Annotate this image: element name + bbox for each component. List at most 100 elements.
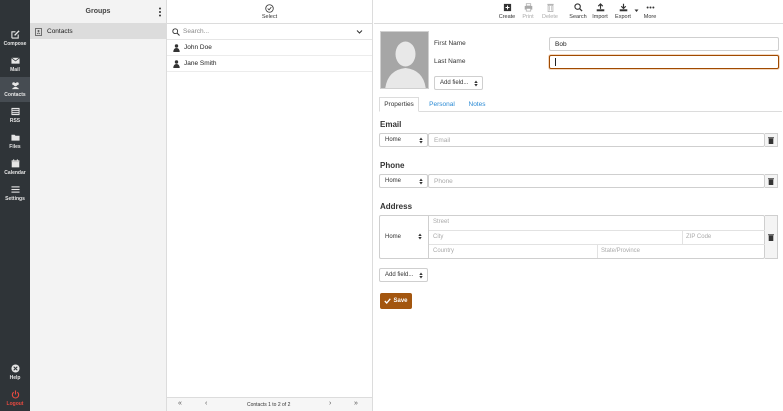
nav-settings[interactable]: Settings bbox=[0, 181, 30, 206]
street-input[interactable]: Street bbox=[428, 215, 764, 229]
sort-arrows-icon bbox=[419, 272, 423, 279]
trash-icon bbox=[546, 3, 554, 12]
nav-mail-label: Mail bbox=[10, 67, 20, 73]
export-button[interactable]: Export bbox=[612, 3, 634, 20]
phone-input[interactable]: Phone bbox=[428, 174, 765, 188]
export-label: Export bbox=[615, 14, 631, 20]
rss-icon bbox=[10, 107, 20, 116]
search-label: Search bbox=[569, 14, 587, 20]
email-delete-button[interactable] bbox=[765, 133, 778, 147]
groups-title: Groups bbox=[85, 8, 111, 15]
search-button[interactable]: Search bbox=[567, 3, 589, 20]
calendar-icon bbox=[11, 159, 19, 168]
address-type-value: Home bbox=[385, 234, 402, 240]
tab-notes[interactable]: Notes bbox=[462, 97, 492, 112]
phone-heading: Phone bbox=[380, 161, 405, 170]
download-icon bbox=[619, 3, 627, 12]
check-circle-icon bbox=[265, 3, 274, 13]
nav-rss[interactable]: RSS bbox=[0, 103, 30, 128]
last-name-label: Last Name bbox=[434, 58, 466, 65]
print-button[interactable]: Print bbox=[517, 3, 539, 20]
pager-last-button[interactable]: » bbox=[354, 400, 358, 407]
country-input[interactable]: Country bbox=[428, 244, 596, 258]
group-item-contacts[interactable]: Contacts bbox=[30, 24, 166, 39]
contact-photo[interactable] bbox=[380, 31, 429, 89]
save-button[interactable]: Save bbox=[380, 293, 412, 309]
email-type-value: Home bbox=[385, 137, 402, 143]
contacts-list-panel: Select Search... John Doe Jane Smith « ‹… bbox=[167, 0, 373, 411]
nav-compose[interactable]: Compose bbox=[0, 26, 30, 51]
contacts-search[interactable]: Search... bbox=[167, 24, 372, 40]
contact-row[interactable]: John Doe bbox=[167, 40, 372, 56]
delete-button[interactable]: Delete bbox=[539, 3, 561, 20]
contact-row[interactable]: Jane Smith bbox=[167, 56, 372, 72]
plus-square-icon bbox=[503, 3, 511, 12]
chevron-down-icon[interactable] bbox=[356, 29, 363, 35]
add-field-select-top[interactable]: Add field... bbox=[434, 76, 483, 90]
nav-files-label: Files bbox=[9, 144, 21, 150]
more-label: More bbox=[643, 14, 657, 20]
city-input[interactable]: City bbox=[428, 230, 680, 244]
nav-contacts[interactable]: Contacts bbox=[0, 77, 30, 102]
phone-delete-button[interactable] bbox=[765, 174, 778, 188]
toolbar: Create Print Delete Search Import Export… bbox=[374, 0, 783, 24]
sort-arrows-icon bbox=[474, 80, 478, 87]
upload-icon bbox=[596, 3, 604, 12]
trash-icon bbox=[768, 233, 774, 241]
settings-icon bbox=[10, 186, 20, 193]
more-button[interactable]: More bbox=[639, 3, 661, 20]
tab-personal[interactable]: Personal bbox=[423, 97, 461, 112]
nav-mail[interactable]: Mail bbox=[0, 52, 30, 77]
pager-prev-button[interactable]: ‹ bbox=[205, 400, 207, 407]
nav-calendar[interactable]: Calendar bbox=[0, 155, 30, 180]
address-delete-button[interactable] bbox=[765, 215, 778, 259]
group-item-label: Contacts bbox=[47, 28, 73, 35]
phone-type-select[interactable]: Home bbox=[379, 174, 428, 188]
person-icon bbox=[173, 43, 180, 52]
address-heading: Address bbox=[380, 202, 413, 211]
trash-icon bbox=[768, 136, 774, 144]
tab-properties[interactable]: Properties bbox=[379, 97, 419, 112]
create-label: Create bbox=[498, 14, 516, 20]
trash-icon bbox=[768, 177, 774, 185]
pager-next-button[interactable]: › bbox=[329, 400, 331, 407]
sort-arrows-icon bbox=[418, 233, 422, 240]
folder-icon bbox=[10, 134, 20, 141]
compose-icon bbox=[10, 30, 20, 39]
phone-type-value: Home bbox=[385, 178, 402, 184]
address-type-select[interactable]: Home bbox=[380, 230, 426, 244]
save-label: Save bbox=[393, 298, 408, 304]
last-name-field[interactable] bbox=[549, 55, 779, 69]
person-icon bbox=[173, 59, 180, 68]
email-input[interactable]: Email bbox=[428, 133, 765, 147]
add-field-label: Add field... bbox=[440, 80, 469, 86]
text-cursor bbox=[555, 58, 556, 66]
email-type-select[interactable]: Home bbox=[379, 133, 428, 147]
first-name-field[interactable]: Bob bbox=[549, 37, 779, 51]
select-button[interactable]: Select bbox=[167, 0, 372, 24]
zip-input[interactable]: ZIP Code bbox=[681, 230, 765, 244]
nav-logout[interactable]: Logout bbox=[0, 386, 30, 411]
import-button[interactable]: Import bbox=[589, 3, 611, 20]
search-icon bbox=[573, 3, 583, 12]
pager-first-button[interactable]: « bbox=[178, 400, 182, 407]
print-label: Print bbox=[522, 14, 534, 20]
state-input[interactable]: State/Province bbox=[596, 244, 764, 258]
help-icon bbox=[10, 364, 20, 373]
search-icon bbox=[172, 27, 180, 36]
kebab-menu-icon[interactable] bbox=[158, 7, 162, 17]
create-button[interactable]: Create bbox=[496, 3, 518, 20]
nav-calendar-label: Calendar bbox=[4, 170, 26, 176]
nav-help[interactable]: Help bbox=[0, 360, 30, 385]
nav-logout-label: Logout bbox=[6, 401, 24, 407]
contact-detail: Create Print Delete Search Import Export… bbox=[374, 0, 783, 411]
nav-files[interactable]: Files bbox=[0, 129, 30, 154]
import-label: Import bbox=[592, 14, 608, 20]
ellipsis-icon bbox=[646, 6, 654, 9]
contact-name: John Doe bbox=[184, 44, 212, 51]
nav-contacts-label: Contacts bbox=[4, 92, 26, 98]
contact-tabs: Properties Personal Notes bbox=[379, 97, 782, 112]
select-label: Select bbox=[261, 13, 278, 20]
contact-name: Jane Smith bbox=[184, 60, 217, 67]
add-field-select-bottom[interactable]: Add field... bbox=[379, 268, 428, 282]
